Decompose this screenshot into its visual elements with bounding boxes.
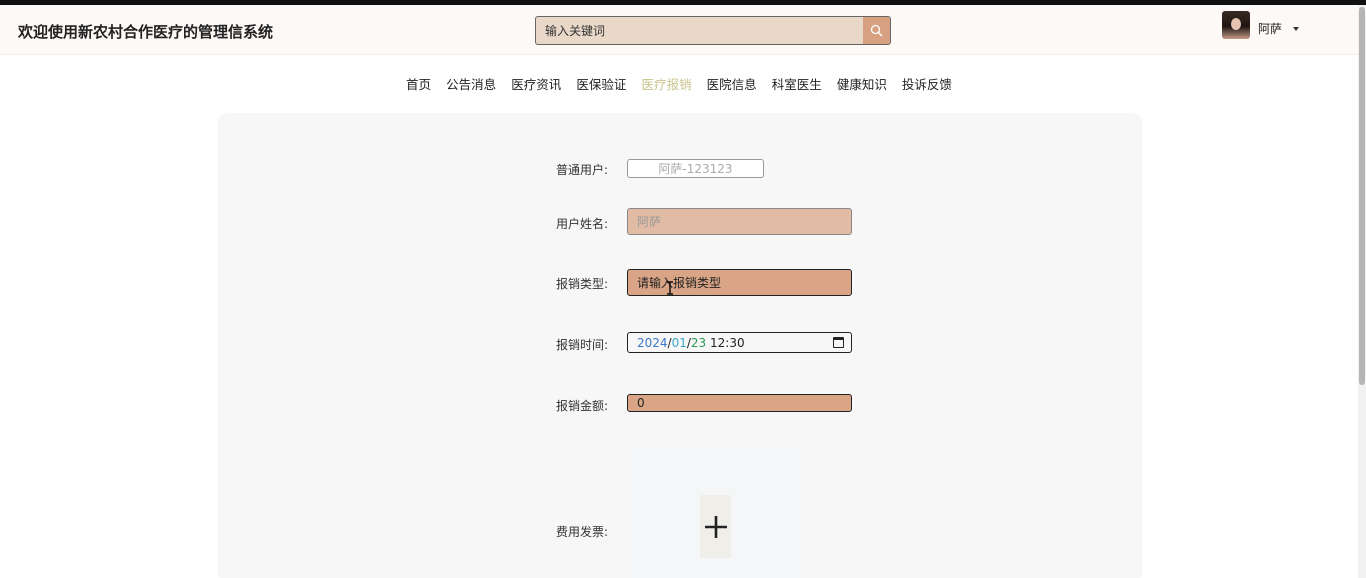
user-account-field[interactable] xyxy=(627,159,764,178)
nav-item-hospital-info[interactable]: 医院信息 xyxy=(707,74,757,93)
search-icon xyxy=(870,24,883,37)
date-day: 23 xyxy=(690,335,707,350)
search-box xyxy=(535,16,891,45)
nav-item-complaint-feedback[interactable]: 投诉反馈 xyxy=(902,74,952,93)
invoice-label: 费用发票: xyxy=(556,525,609,539)
time-label: 报销时间: xyxy=(556,338,609,352)
amount-label: 报销金额: xyxy=(556,399,609,413)
date-year: 2024 xyxy=(637,335,668,350)
text-cursor-icon xyxy=(667,281,673,295)
main-nav: 首页 公告消息 医疗资讯 医保验证 医疗报销 医院信息 科室医生 健康知识 投诉… xyxy=(0,74,1358,93)
nav-item-department-doctors[interactable]: 科室医生 xyxy=(772,74,822,93)
nav-item-insurance-verify[interactable]: 医保验证 xyxy=(576,74,626,93)
reimbursement-amount-input[interactable] xyxy=(627,394,852,412)
avatar[interactable] xyxy=(1222,11,1250,39)
scrollbar[interactable] xyxy=(1358,5,1366,578)
chevron-down-icon[interactable] xyxy=(1293,27,1299,31)
nav-item-home[interactable]: 首页 xyxy=(406,74,431,93)
header: 欢迎使用新农村合作医疗的管理信系统 阿萨 xyxy=(0,5,1358,55)
plus-icon xyxy=(704,515,727,538)
reimbursement-type-input[interactable] xyxy=(627,269,852,296)
user-label: 普通用户: xyxy=(556,163,609,177)
nav-item-reimbursement[interactable]: 医疗报销 xyxy=(641,74,691,93)
type-label: 报销类型: xyxy=(556,277,609,291)
search-button[interactable] xyxy=(863,17,890,44)
name-label: 用户姓名: xyxy=(556,217,609,231)
time-clock: 12:30 xyxy=(710,335,745,350)
upload-button[interactable] xyxy=(700,495,731,558)
scrollbar-thumb[interactable] xyxy=(1359,7,1365,385)
user-name-field[interactable] xyxy=(627,208,852,235)
reimbursement-time-input[interactable]: 2024/01/23 12:30 xyxy=(627,332,852,353)
date-month: 01 xyxy=(671,335,687,350)
site-title: 欢迎使用新农村合作医疗的管理信系统 xyxy=(18,23,274,41)
user-name[interactable]: 阿萨 xyxy=(1258,20,1282,37)
nav-item-announcements[interactable]: 公告消息 xyxy=(446,74,496,93)
nav-item-medical-news[interactable]: 医疗资讯 xyxy=(511,74,561,93)
nav-item-health-knowledge[interactable]: 健康知识 xyxy=(837,74,887,93)
calendar-icon[interactable] xyxy=(833,337,844,348)
search-input[interactable] xyxy=(536,17,864,44)
